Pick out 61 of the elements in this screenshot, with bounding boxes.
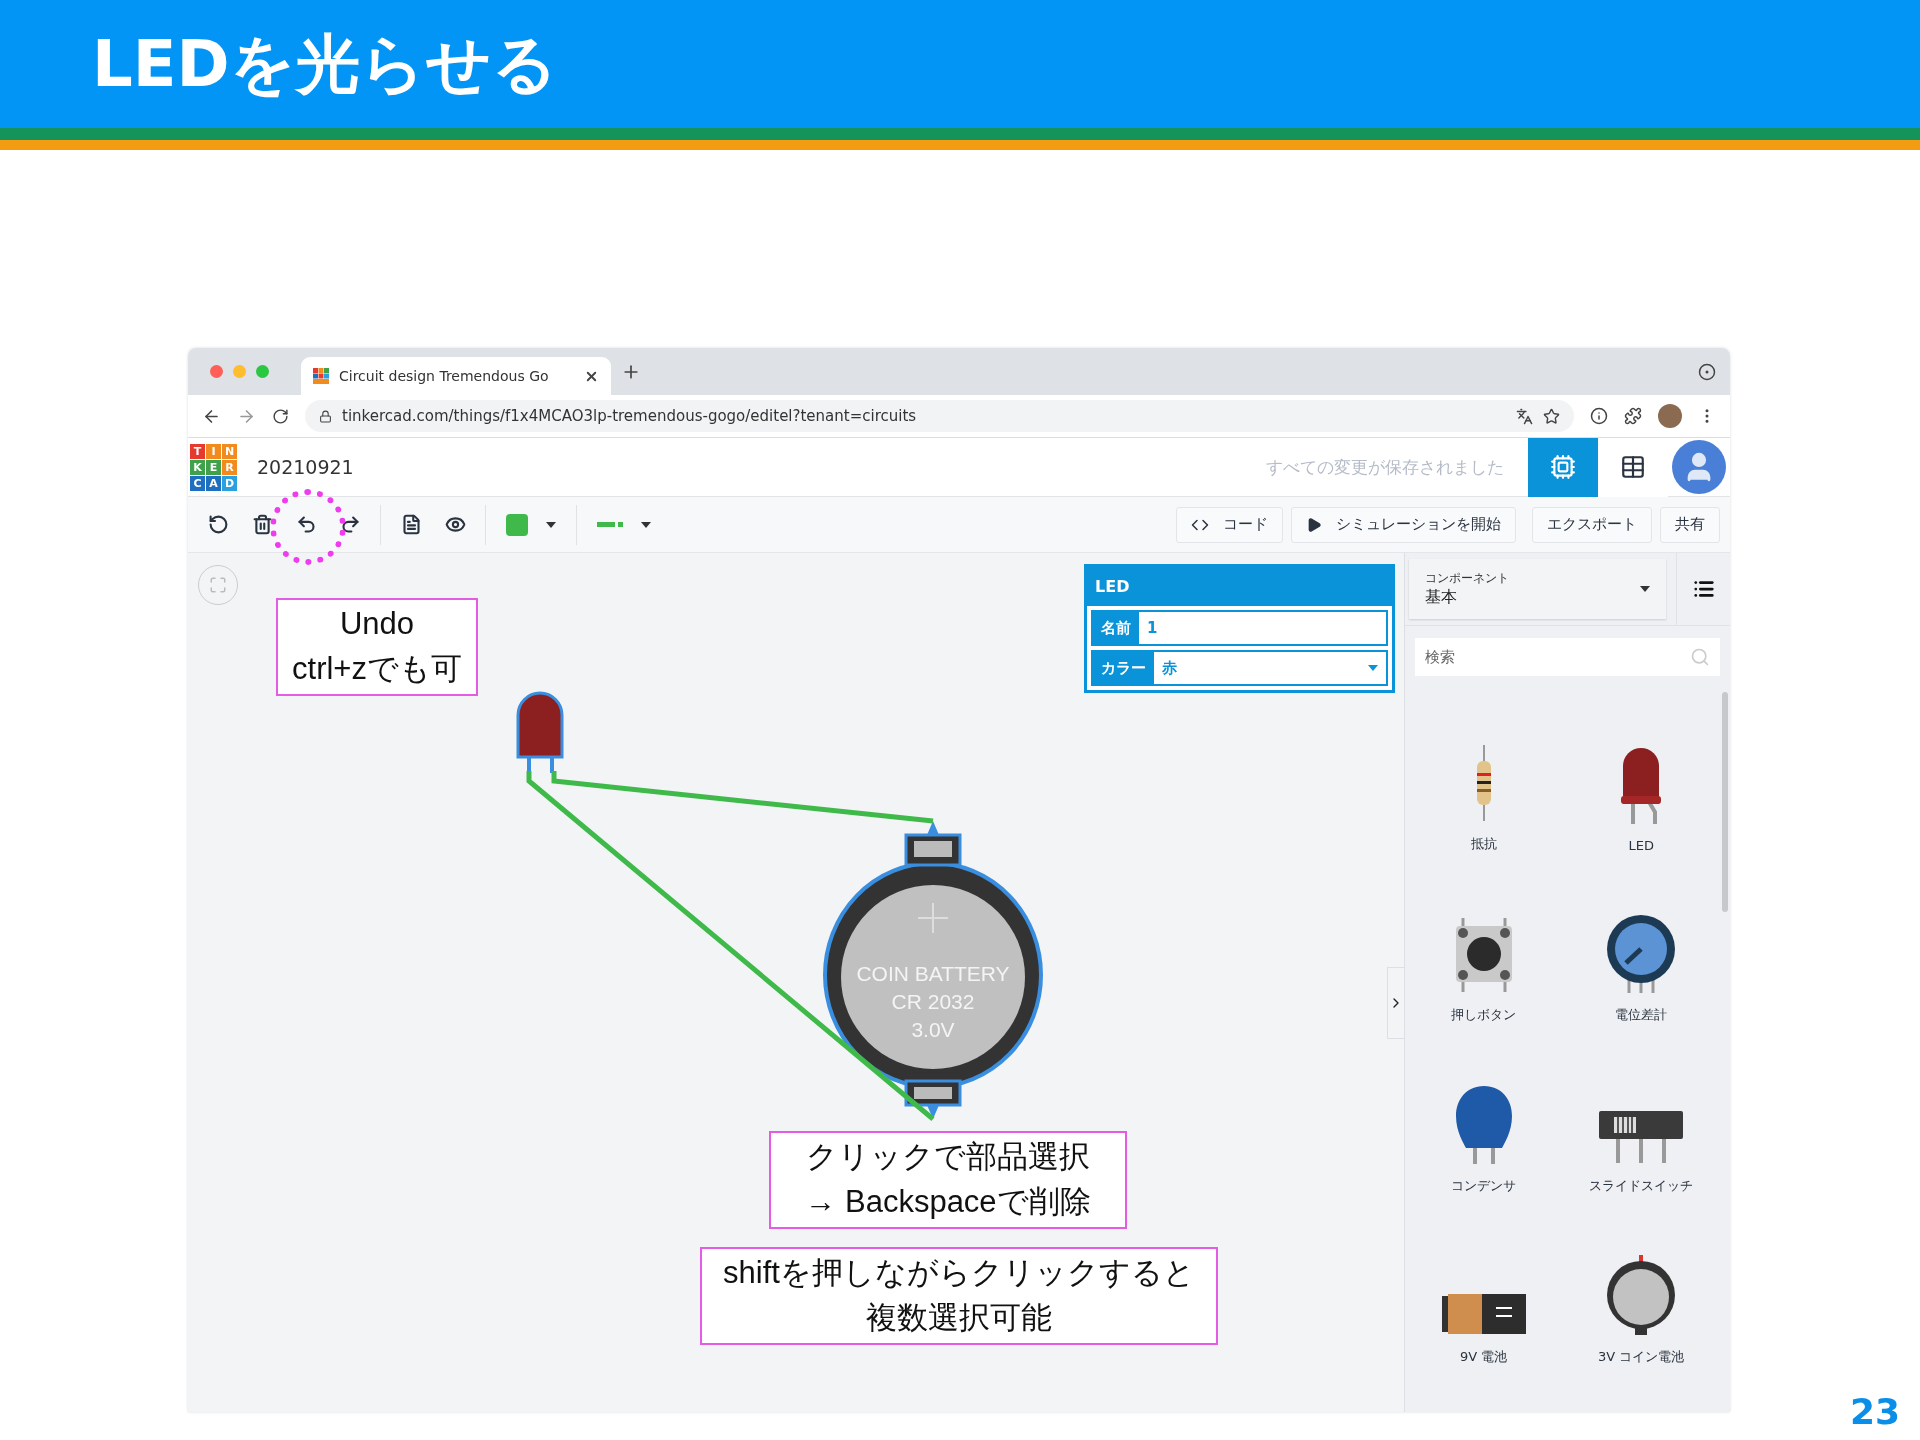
code-button[interactable]: コード [1176,506,1283,543]
category-dropdown[interactable]: コンポーネント 基本 [1409,559,1666,619]
annotation-note: クリックで部品選択 → Backspaceで削除 [769,1131,1127,1229]
component-item[interactable]: コンデンサ [1405,1044,1563,1215]
component-item[interactable]: 3V コイン電池 [1562,1215,1720,1386]
notes-icon [400,514,422,535]
toolbar-button[interactable]: 共有 [1660,506,1720,543]
slide-title: LEDを光らせる [92,25,558,103]
list-icon [1692,578,1715,600]
caret-icon [1368,665,1378,671]
table-icon [1620,454,1646,480]
component-item[interactable]: スライドスイッチ [1562,1044,1720,1215]
eye-icon [444,514,466,535]
play-icon [1306,516,1322,533]
user-avatar[interactable] [1672,440,1726,494]
star-icon[interactable] [1543,407,1560,425]
start-simulation-button[interactable]: シミュレーションを開始 [1291,506,1516,543]
search-field[interactable]: 検索 [1415,638,1720,676]
scrollbar-thumb[interactable] [1722,692,1728,912]
chip-icon [1550,454,1576,480]
component-item[interactable]: 押しボタン [1405,873,1563,1044]
led-icon [1620,746,1663,826]
pushbutton-icon [1454,916,1513,994]
toolbar-button[interactable]: エクスポート [1532,506,1652,543]
component-item[interactable]: LED [1562,702,1720,873]
slide-switch-icon [1598,1109,1685,1165]
page-number: 23 [1849,1391,1900,1432]
info-icon[interactable] [1590,407,1608,425]
translate-icon[interactable] [1516,407,1533,425]
component-item[interactable]: 電位差計 [1562,873,1720,1044]
coin-battery-icon [1606,1254,1677,1336]
reload-icon[interactable] [272,407,289,425]
browser-tab[interactable]: Circuit design Tremendous Go [301,357,611,395]
coin-battery-drawing[interactable] [823,821,1043,1119]
caret-icon [546,521,556,528]
circle-icon[interactable] [1698,362,1716,381]
search-icon [1690,647,1710,667]
battery-icon [1440,1292,1527,1336]
annotation-note: shiftを押しながらクリックすると 複数選択可能 [700,1247,1218,1345]
profile-avatar[interactable] [1658,404,1682,428]
favicon-icon [313,368,329,384]
address-bar[interactable]: tinkercad.com/things/f1x4MCAO3lp-tremendous-gogo/editel?tenant=circuits [305,400,1574,432]
lock-icon [319,409,332,423]
caret-icon [641,521,651,528]
save-status: すべての変更が保存されました [1266,455,1504,479]
redo-icon [339,514,361,535]
rotate-icon [207,514,229,535]
caret-icon [1640,586,1650,592]
component-item[interactable]: 抵抗 [1405,702,1563,873]
annotation-note: Undo ctrl+zでも可 [276,598,478,696]
design-name[interactable]: 20210921 [257,456,354,478]
panel-title: LED [1087,567,1392,606]
trash-icon [251,514,273,535]
component-item[interactable]: 9V 電池 [1405,1215,1563,1386]
url-text: tinkercad.com/things/f1x4MCAO3lp-tremendous-gogo/editel?tenant=circuits [342,407,918,425]
dashed-line-icon [597,521,623,528]
puzzle-icon[interactable] [1624,407,1642,425]
potentiometer-icon [1606,914,1677,994]
tab-title: Circuit design Tremendous Go [339,368,550,384]
capacitor-icon [1454,1085,1513,1165]
logo[interactable]: T I N K E R C A D [190,443,237,491]
